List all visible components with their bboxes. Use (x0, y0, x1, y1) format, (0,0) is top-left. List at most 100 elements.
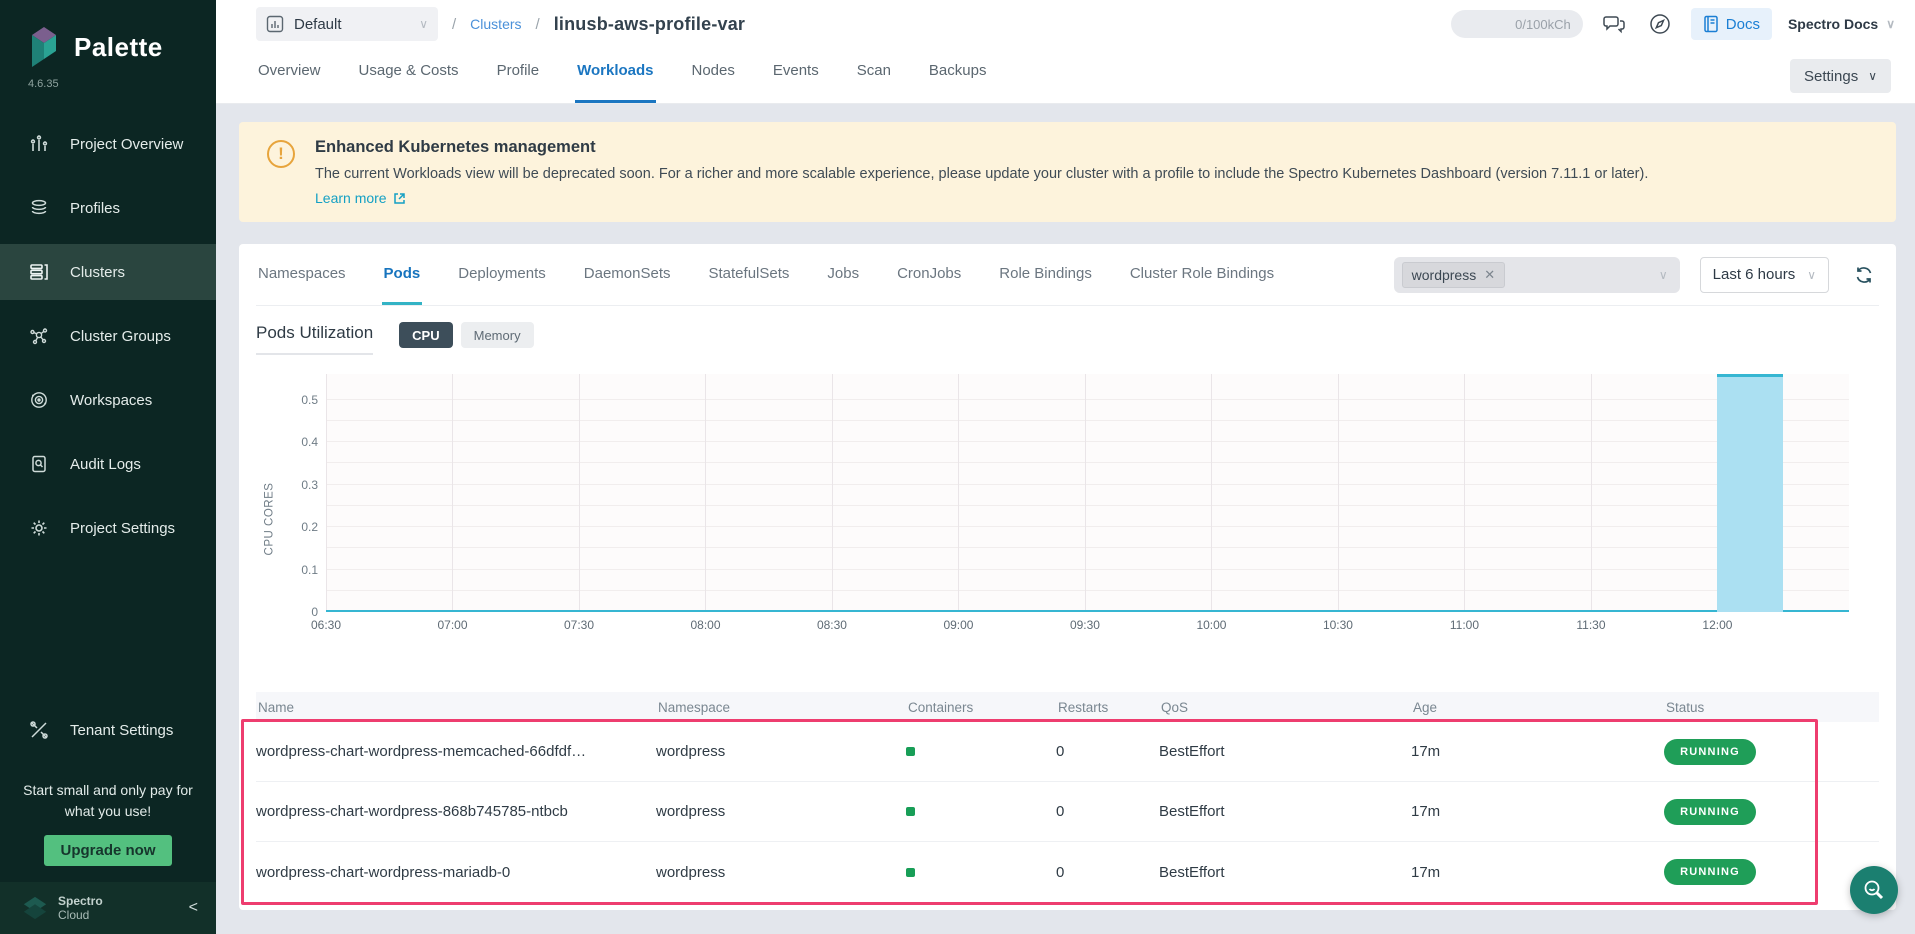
tab-workloads[interactable]: Workloads (575, 48, 655, 103)
h-gridline (326, 399, 1849, 400)
app-name: Palette (74, 32, 163, 63)
x-tick-label: 09:00 (943, 618, 973, 632)
table-row[interactable]: wordpress-chart-wordpress-mariadb-0wordp… (256, 842, 1879, 902)
tab-overview[interactable]: Overview (256, 48, 323, 103)
x-tick-label: 07:00 (437, 618, 467, 632)
subtab-jobs[interactable]: Jobs (825, 244, 861, 305)
learn-more-link[interactable]: Learn more (315, 190, 406, 206)
compass-icon[interactable] (1645, 9, 1675, 39)
bar-chart-icon (28, 133, 50, 155)
y-tick-label: 0.4 (301, 435, 318, 449)
metric-toggle-cpu[interactable]: CPU (399, 322, 452, 348)
collapse-sidebar-icon[interactable]: < (189, 899, 198, 917)
sidebar-item-cluster-groups[interactable]: Cluster Groups (0, 308, 216, 364)
warning-icon: ! (267, 140, 295, 168)
x-tick-label: 07:30 (564, 618, 594, 632)
sidebar-item-audit-logs[interactable]: Audit Logs (0, 436, 216, 492)
remove-tag-icon[interactable]: ✕ (1484, 267, 1495, 283)
column-header-restarts: Restarts (1056, 700, 1159, 715)
container-status-square (906, 747, 915, 756)
sidebar-nav: Project Overview Profiles Clusters (0, 116, 216, 564)
refresh-icon[interactable] (1849, 260, 1879, 290)
subtab-deployments[interactable]: Deployments (456, 244, 548, 305)
restarts-cell: 0 (1056, 803, 1159, 820)
h-gridline (326, 420, 1849, 421)
subtab-role-bindings[interactable]: Role Bindings (997, 244, 1094, 305)
breadcrumb-cluster-name: linusb-aws-profile-var (554, 14, 745, 35)
x-tick-label: 11:00 (1450, 618, 1479, 632)
column-header-containers: Containers (906, 700, 1056, 715)
docs-dropdown[interactable]: Spectro Docs ∨ (1788, 16, 1895, 32)
upgrade-now-button[interactable]: Upgrade now (44, 835, 171, 866)
tab-backups[interactable]: Backups (927, 48, 989, 103)
sidebar-item-clusters[interactable]: Clusters (0, 244, 216, 300)
filter-tag-wordpress: wordpress ✕ (1402, 262, 1506, 288)
credits-usage-pill: 0/100kCh (1451, 10, 1583, 38)
pods-table: NameNamespaceContainersRestartsQoSAgeSta… (256, 692, 1879, 902)
subtab-daemonsets[interactable]: DaemonSets (582, 244, 673, 305)
status-cell: RUNNING (1664, 859, 1879, 885)
v-gridline (1464, 374, 1465, 612)
v-gridline (579, 374, 580, 612)
qos-cell: BestEffort (1159, 864, 1411, 881)
subtab-cluster-role-bindings[interactable]: Cluster Role Bindings (1128, 244, 1276, 305)
sidebar-item-tenant-settings[interactable]: Tenant Settings (0, 702, 216, 758)
containers-cell (906, 864, 1056, 881)
tab-events[interactable]: Events (771, 48, 821, 103)
v-gridline (1085, 374, 1086, 612)
x-tick-label: 10:00 (1196, 618, 1226, 632)
chart-plot-area: 06:3007:0007:3008:0008:3009:0009:3010:00… (326, 374, 1849, 612)
tab-usage-costs[interactable]: Usage & Costs (357, 48, 461, 103)
subtab-cronjobs[interactable]: CronJobs (895, 244, 963, 305)
tab-profile[interactable]: Profile (495, 48, 542, 103)
subtab-namespaces[interactable]: Namespaces (256, 244, 348, 305)
spectro-cloud-brand: SpectroCloud (58, 894, 179, 923)
settings-button[interactable]: Settings ∨ (1790, 59, 1891, 93)
tab-nodes[interactable]: Nodes (690, 48, 737, 103)
workload-subtab-row: Namespaces Pods Deployments DaemonSets State… (256, 244, 1879, 306)
y-tick-label: 0 (311, 605, 318, 619)
docs-button[interactable]: Docs (1691, 8, 1772, 40)
project-selector-value: Default (294, 16, 409, 33)
v-gridline (832, 374, 833, 612)
h-gridline (326, 462, 1849, 463)
time-range-select[interactable]: Last 6 hours ∨ (1700, 257, 1829, 293)
help-search-fab[interactable] (1850, 866, 1898, 914)
sidebar-item-profiles[interactable]: Profiles (0, 180, 216, 236)
v-gridline (1211, 374, 1212, 612)
containers-cell (906, 743, 1056, 760)
y-tick-label: 0.5 (301, 393, 318, 407)
project-selector[interactable]: Default ∨ (256, 7, 438, 41)
table-row[interactable]: wordpress-chart-wordpress-memcached-66df… (256, 722, 1879, 782)
external-link-icon (393, 192, 406, 205)
app-root: Palette 4.6.35 Project Overview Pr (0, 0, 1915, 934)
tab-scan[interactable]: Scan (855, 48, 893, 103)
sidebar-item-label: Workspaces (70, 392, 152, 409)
sidebar-item-project-overview[interactable]: Project Overview (0, 116, 216, 172)
sidebar-footer: SpectroCloud < (0, 882, 216, 934)
banner-body: The current Workloads view will be depre… (315, 166, 1648, 182)
sidebar-item-label: Project Overview (70, 136, 183, 153)
palette-logo: Palette (0, 0, 216, 74)
sidebar-item-workspaces[interactable]: Workspaces (0, 372, 216, 428)
column-header-namespace: Namespace (656, 700, 906, 715)
qos-cell: BestEffort (1159, 743, 1411, 760)
x-tick-label: 11:30 (1576, 618, 1605, 632)
subtab-statefulsets[interactable]: StatefulSets (707, 244, 792, 305)
table-row[interactable]: wordpress-chart-wordpress-868b745785-ntb… (256, 782, 1879, 842)
subtab-pods[interactable]: Pods (382, 244, 423, 305)
cpu-spike-area (1717, 374, 1783, 612)
breadcrumb-clusters-link[interactable]: Clusters (470, 16, 521, 32)
chat-icon[interactable] (1599, 9, 1629, 39)
metric-toggle-memory[interactable]: Memory (461, 322, 534, 348)
tools-icon (28, 719, 50, 741)
qos-cell: BestEffort (1159, 803, 1411, 820)
status-badge: RUNNING (1664, 859, 1756, 885)
column-header-name: Name (256, 700, 656, 715)
namespace-filter-select[interactable]: wordpress ✕ ∨ (1394, 257, 1680, 293)
h-gridline (326, 590, 1849, 591)
column-header-status: Status (1664, 700, 1879, 715)
deprecation-banner: ! Enhanced Kubernetes management The cur… (239, 122, 1896, 222)
x-tick-label: 06:30 (311, 618, 341, 632)
sidebar-item-project-settings[interactable]: Project Settings (0, 500, 216, 556)
